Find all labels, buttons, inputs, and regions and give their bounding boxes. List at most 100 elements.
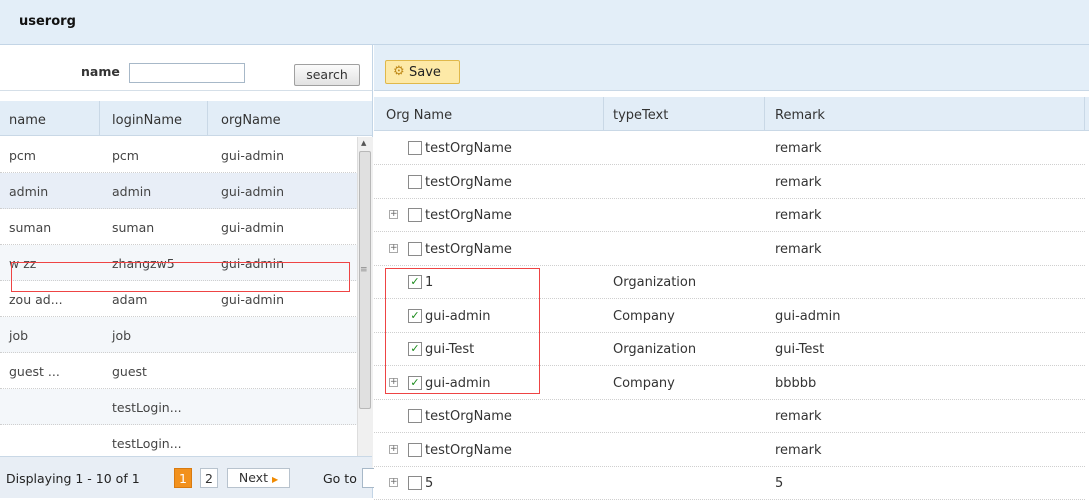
page-1-button[interactable]: 1 [174, 468, 192, 488]
cell-typetext: Organization [613, 342, 697, 357]
cell-loginname: pcm [112, 148, 139, 163]
column-header-org-name[interactable]: Org Name [386, 108, 452, 123]
org-tree-row[interactable]: testOrgName remark [374, 400, 1085, 433]
cell-name: admin [9, 184, 49, 199]
user-table-row[interactable]: suman suman gui-admin [0, 209, 358, 245]
cell-remark: remark [775, 208, 822, 223]
cell-loginname: adam [112, 292, 148, 307]
checkbox-unchecked[interactable] [408, 241, 422, 256]
save-label: Save [409, 65, 441, 80]
pagination-summary: Displaying 1 - 10 of 1 [6, 471, 140, 486]
cell-name: job [9, 328, 29, 343]
org-tree-row[interactable]: +5 5 [374, 467, 1085, 500]
cell-remark: remark [775, 241, 822, 257]
cell-remark: 5 [775, 476, 784, 491]
cell-loginname: suman [112, 220, 155, 235]
user-table-scrollbar[interactable]: ▲ ≡ ▼ [357, 137, 373, 484]
pagination-bar: Displaying 1 - 10 of 1 1 2 Next ▶ Go to [0, 456, 374, 498]
scroll-grip-icon: ≡ [360, 265, 368, 275]
column-header-loginname[interactable]: loginName [112, 113, 182, 128]
user-table-row[interactable]: job job [0, 317, 358, 353]
user-table-row[interactable]: guest ... guest [0, 353, 358, 389]
cell-loginname: guest [112, 364, 147, 379]
cell-typetext: Company [613, 308, 675, 324]
checkbox-unchecked[interactable] [408, 476, 422, 490]
cell-remark: remark [775, 409, 822, 424]
cell-org-name: testOrgName [425, 241, 512, 257]
column-divider [99, 101, 100, 135]
cell-name: zou ad... [9, 292, 63, 307]
column-divider [207, 101, 208, 135]
expand-plus-icon[interactable]: + [389, 478, 398, 487]
cell-loginname: testLogin... [112, 400, 182, 415]
user-table-header: name loginName orgName [0, 101, 372, 136]
org-tree-row[interactable]: + testOrgName remark [374, 233, 1085, 266]
cell-org-name: testOrgName [425, 442, 512, 458]
column-header-name[interactable]: name [9, 113, 46, 128]
panel-title: userorg [19, 14, 76, 29]
cell-loginname: job [112, 328, 132, 343]
cell-orgname: gui-admin [221, 148, 285, 163]
next-label: Next [238, 470, 268, 485]
page-2-button[interactable]: 2 [200, 468, 218, 488]
cell-org-name: 5 [425, 476, 434, 491]
cell-org-name: testOrgName [425, 174, 512, 190]
cell-name: suman [9, 220, 52, 235]
cell-remark: gui-Test [775, 342, 825, 357]
expand-plus-icon[interactable]: + [389, 210, 398, 219]
cell-loginname: testLogin... [112, 436, 182, 451]
org-toolbar: ⚙ Save [374, 45, 1089, 91]
search-input[interactable] [129, 63, 245, 83]
checkbox-unchecked[interactable] [408, 141, 422, 155]
scrollbar-thumb[interactable] [359, 151, 371, 409]
expand-plus-icon[interactable]: + [389, 243, 398, 253]
search-bar: name search [0, 45, 372, 91]
cell-remark: remark [775, 174, 822, 190]
org-tree-row[interactable]: testOrgName remark [374, 132, 1085, 165]
save-button[interactable]: ⚙ Save [385, 60, 460, 84]
user-table-row[interactable]: admin admin gui-admin [0, 173, 358, 209]
user-table-row[interactable]: testLogin... [0, 389, 358, 425]
checkbox-unchecked[interactable] [408, 174, 422, 189]
save-gear-icon: ⚙ [393, 64, 405, 79]
org-tree-row[interactable]: + testOrgName remark [374, 199, 1085, 232]
cell-remark: bbbbb [775, 375, 817, 391]
org-tree-row[interactable]: + testOrgName remark [374, 434, 1085, 467]
cell-typetext: Company [613, 375, 675, 391]
cell-loginname: admin [112, 184, 152, 199]
checkbox-unchecked[interactable] [408, 208, 422, 222]
scroll-up-arrow-icon[interactable]: ▲ [361, 139, 366, 147]
cell-orgname: gui-admin [221, 292, 285, 307]
cell-remark: remark [775, 442, 822, 458]
checkbox-unchecked[interactable] [408, 409, 422, 423]
expand-plus-icon[interactable]: + [389, 444, 398, 454]
panel-title-bar: userorg [0, 0, 1089, 45]
goto-label: Go to [323, 471, 357, 486]
cell-remark: remark [775, 141, 822, 156]
cell-org-name: testOrgName [425, 208, 512, 223]
checkbox-unchecked[interactable] [408, 442, 422, 457]
next-page-button[interactable]: Next ▶ [227, 468, 290, 488]
org-tree-row[interactable]: testOrgName remark [374, 166, 1085, 199]
column-divider [1084, 97, 1085, 130]
org-table-header: Org Name typeText Remark [374, 97, 1089, 131]
checked-orgs-highlight [385, 268, 540, 394]
column-divider [764, 97, 765, 130]
selected-row-highlight [11, 262, 350, 292]
column-header-orgname[interactable]: orgName [221, 113, 281, 128]
cell-org-name: testOrgName [425, 141, 512, 156]
cell-orgname: gui-admin [221, 184, 285, 199]
column-divider [603, 97, 604, 130]
cell-org-name: testOrgName [425, 409, 512, 424]
column-header-remark[interactable]: Remark [775, 108, 825, 123]
cell-typetext: Organization [613, 275, 697, 290]
search-label: name [81, 64, 120, 79]
cell-name: pcm [9, 148, 36, 163]
search-button[interactable]: search [294, 64, 360, 86]
cell-name: guest ... [9, 364, 60, 379]
arrow-right-icon: ▶ [271, 475, 279, 484]
user-table-row[interactable]: pcm pcm gui-admin [0, 137, 358, 173]
cell-remark: gui-admin [775, 308, 841, 324]
goto-page-input[interactable] [362, 468, 374, 488]
column-header-typetext[interactable]: typeText [613, 108, 668, 123]
